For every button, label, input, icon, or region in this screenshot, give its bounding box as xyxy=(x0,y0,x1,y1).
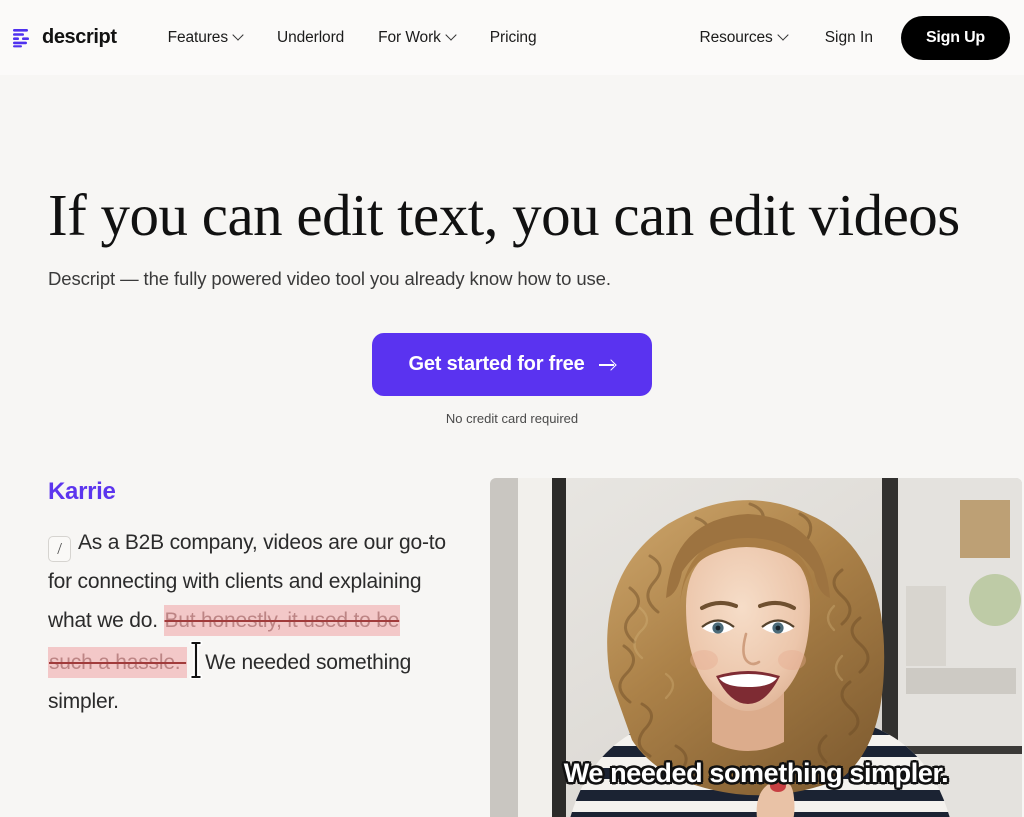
text-ibeam-cursor xyxy=(188,640,204,679)
nav-item-label: For Work xyxy=(378,28,441,46)
cta-container: Get started for free No credit card requ… xyxy=(48,333,976,426)
nav-item-features[interactable]: Features xyxy=(151,21,260,55)
chevron-down-icon xyxy=(779,31,788,40)
nav-item-resources[interactable]: Resources xyxy=(683,21,805,55)
get-started-label: Get started for free xyxy=(408,353,585,376)
transcript-text[interactable]: / As a B2B company, videos are our go-to … xyxy=(48,524,448,721)
top-navigation-bar: descript Features Underlord For Work Pri… xyxy=(0,0,1024,75)
chevron-down-icon xyxy=(234,31,243,40)
demo-video-player[interactable]: We needed something simpler. xyxy=(490,478,1022,817)
product-demo: Karrie / As a B2B company, videos are our… xyxy=(48,478,1022,817)
secondary-nav-links: Resources Sign In Sign Up xyxy=(683,15,1010,60)
nav-item-for-work[interactable]: For Work xyxy=(361,21,473,55)
transcript-panel[interactable]: Karrie / As a B2B company, videos are our… xyxy=(48,478,448,721)
nav-item-label: Resources xyxy=(699,28,773,46)
descript-logo[interactable]: descript xyxy=(12,26,117,49)
arrow-right-icon xyxy=(598,358,616,372)
cta-note: No credit card required xyxy=(445,411,579,427)
page-title: If you can edit text, you can edit video… xyxy=(48,182,960,248)
video-caption: We needed something simpler. xyxy=(563,758,949,789)
slash-command-badge[interactable]: / xyxy=(48,536,71,563)
sign-up-button[interactable]: Sign Up xyxy=(900,15,1010,60)
primary-nav-links: Features Underlord For Work Pricing xyxy=(151,21,554,55)
hero-subtitle: Descript — the fully powered video tool … xyxy=(48,268,611,290)
nav-item-label: Features xyxy=(167,28,228,46)
descript-logo-icon xyxy=(12,27,34,49)
chevron-down-icon xyxy=(447,31,456,40)
get-started-button[interactable]: Get started for free xyxy=(372,333,652,397)
sign-in-link[interactable]: Sign In xyxy=(805,21,893,55)
nav-item-label: Pricing xyxy=(489,28,537,46)
logo-wordmark: descript xyxy=(42,26,117,48)
nav-item-pricing[interactable]: Pricing xyxy=(473,21,554,55)
nav-item-label: Underlord xyxy=(276,28,345,46)
nav-item-underlord[interactable]: Underlord xyxy=(260,21,361,55)
hero-section: If you can edit text, you can edit video… xyxy=(0,75,1024,817)
transcript-speaker-name: Karrie xyxy=(48,478,116,506)
